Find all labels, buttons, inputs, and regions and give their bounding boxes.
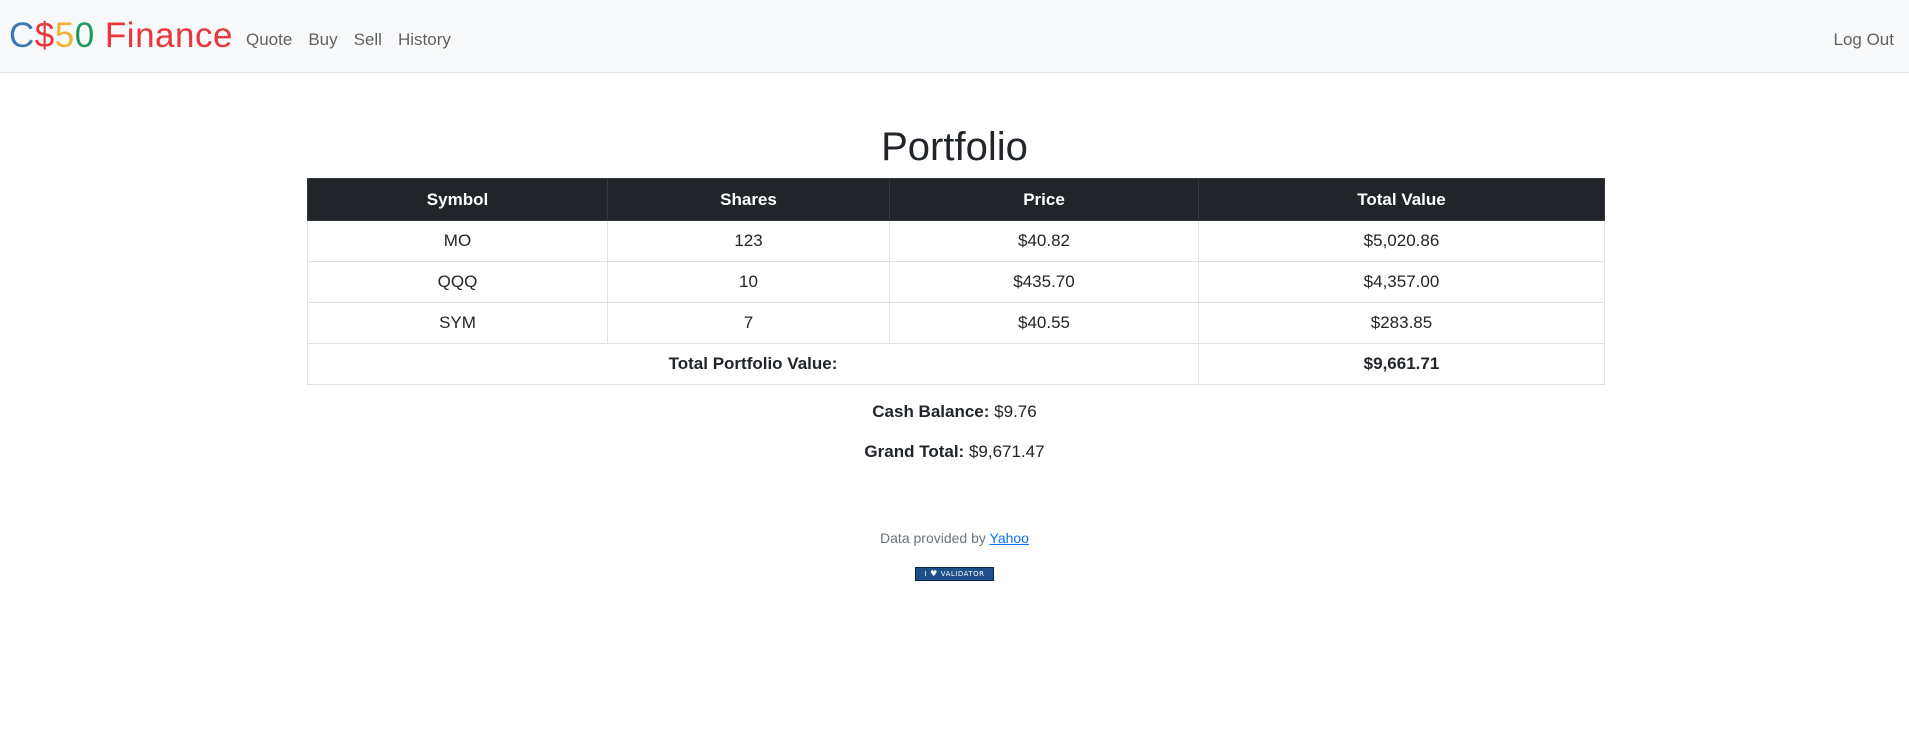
grand-total-line: Grand Total: $9,671.47 <box>0 440 1909 464</box>
column-header-symbol: Symbol <box>307 178 608 221</box>
heart-icon: ♥ <box>930 569 938 578</box>
grand-total-value: $9,671.47 <box>968 442 1045 461</box>
validator-badge[interactable]: I ♥ VALIDATOR <box>915 567 994 581</box>
total-portfolio-value: $9,661.71 <box>1198 343 1605 385</box>
cell-total-value: $4,357.00 <box>1198 261 1605 303</box>
column-header-total-value: Total Value <box>1198 178 1605 221</box>
brand-char-c: C <box>9 16 35 55</box>
cell-shares: 123 <box>607 220 890 262</box>
cash-balance-label: Cash Balance: <box>872 402 990 421</box>
nav-link-history[interactable]: History <box>398 28 451 52</box>
column-header-shares: Shares <box>607 178 890 221</box>
data-attribution-text: Data provided by <box>880 530 986 546</box>
portfolio-table: Symbol Shares Price Total Value MO 123 $… <box>307 178 1605 385</box>
grand-total-label: Grand Total: <box>864 442 965 461</box>
nav-link-sell[interactable]: Sell <box>354 28 382 52</box>
nav-link-buy[interactable]: Buy <box>308 28 337 52</box>
brand-char-5: 5 <box>54 16 75 55</box>
cash-balance-line: Cash Balance: $9.76 <box>0 400 1909 424</box>
table-header-row: Symbol Shares Price Total Value <box>307 178 1605 221</box>
page-title: Portfolio <box>881 125 1028 169</box>
brand-char-0: 0 <box>74 16 95 55</box>
logout-link[interactable]: Log Out <box>1834 28 1895 52</box>
cell-price: $40.82 <box>889 220 1199 262</box>
data-attribution: Data provided by Yahoo <box>0 528 1909 548</box>
cell-price: $40.55 <box>889 302 1199 344</box>
cash-balance-value: $9.76 <box>994 402 1037 421</box>
nav-links: Quote Buy Sell History <box>246 28 467 52</box>
cell-shares: 7 <box>607 302 890 344</box>
table-row: QQQ 10 $435.70 $4,357.00 <box>307 261 1605 303</box>
cell-price: $435.70 <box>889 261 1199 303</box>
validator-badge-text: VALIDATOR <box>940 570 985 578</box>
total-portfolio-label: Total Portfolio Value: <box>307 343 1199 385</box>
cell-total-value: $5,020.86 <box>1198 220 1605 262</box>
table-total-row: Total Portfolio Value: $9,661.71 <box>307 343 1605 385</box>
brand-logo-link[interactable]: C$50 Finance <box>9 14 233 58</box>
cell-symbol: MO <box>307 220 608 262</box>
yahoo-link[interactable]: Yahoo <box>990 530 1029 546</box>
table-row: SYM 7 $40.55 $283.85 <box>307 302 1605 344</box>
column-header-price: Price <box>889 178 1199 221</box>
navbar: C$50 Finance Quote Buy Sell History Log … <box>0 0 1909 73</box>
cell-total-value: $283.85 <box>1198 302 1605 344</box>
validator-badge-i: I <box>924 570 928 578</box>
brand-word-finance: Finance <box>94 16 233 55</box>
cell-symbol: SYM <box>307 302 608 344</box>
brand-char-dollar: $ <box>34 16 55 55</box>
cell-shares: 10 <box>607 261 890 303</box>
nav-link-quote[interactable]: Quote <box>246 28 292 52</box>
cell-symbol: QQQ <box>307 261 608 303</box>
table-row: MO 123 $40.82 $5,020.86 <box>307 220 1605 262</box>
